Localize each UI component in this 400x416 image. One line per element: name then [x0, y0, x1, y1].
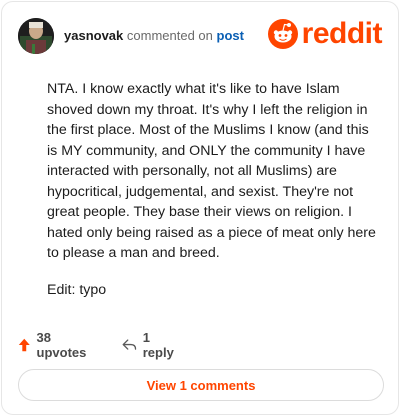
reddit-snoo-icon	[267, 19, 298, 49]
reddit-logo: reddit	[267, 17, 383, 50]
comment-header: yasnovak commented on post reddit	[18, 17, 383, 54]
post-link[interactable]: post	[217, 28, 244, 43]
username[interactable]: yasnovak	[64, 28, 123, 43]
commented-label: commented on	[126, 28, 213, 43]
comment-paragraph: Edit: typo	[47, 281, 107, 298]
avatar[interactable]	[18, 18, 54, 54]
reply-button[interactable]: 1 reply	[122, 330, 177, 360]
upvote-arrow-icon	[18, 338, 30, 352]
comment-meta: yasnovak commented on post	[64, 28, 244, 43]
upvote-count: 38 upvotes	[36, 330, 87, 360]
upvote-button[interactable]: 38 upvotes	[18, 330, 90, 360]
reply-arrow-icon	[122, 339, 137, 350]
view-comments-button[interactable]: View 1 comments	[18, 369, 384, 401]
comment-card: yasnovak commented on post reddit NTA. I…	[1, 1, 399, 415]
reply-count: 1 reply	[142, 330, 174, 360]
brand-name: reddit	[301, 17, 383, 50]
comment-paragraph: NTA. I know exactly what it's like to ha…	[47, 81, 376, 261]
comment-body: NTA. I know exactly what it's like to ha…	[47, 79, 377, 316]
